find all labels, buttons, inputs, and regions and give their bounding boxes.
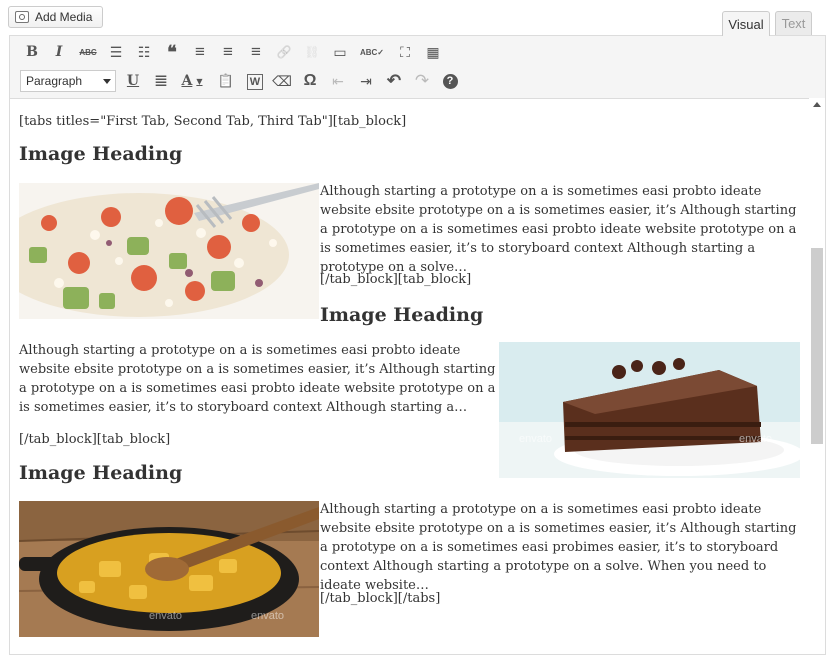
format-select[interactable]: Paragraph <box>20 70 116 92</box>
read-more-icon[interactable]: ▭ <box>329 41 351 63</box>
undo-icon[interactable]: ↶ <box>383 70 405 92</box>
section-heading-3: Image Heading <box>19 462 183 484</box>
svg-text:envato: envato <box>519 433 552 445</box>
svg-text:envato: envato <box>739 433 772 445</box>
align-right-icon[interactable]: ≡ <box>245 41 267 63</box>
editor-content[interactable]: [tabs titles="First Tab, Second Tab, Thi… <box>10 98 809 654</box>
indent-icon[interactable]: ⇥ <box>355 70 377 92</box>
italic-icon[interactable]: I <box>48 41 70 63</box>
format-select-value: Paragraph <box>26 74 83 88</box>
svg-text:envato: envato <box>251 610 284 622</box>
outdent-icon[interactable]: ⇤ <box>327 70 349 92</box>
tab-visual[interactable]: Visual <box>722 11 770 36</box>
toolbar-toggle-icon[interactable]: ▦ <box>422 41 444 63</box>
remove-link-icon[interactable]: ⛓ <box>301 41 323 63</box>
underline-icon[interactable]: U <box>122 70 144 92</box>
shortcode-1: [/tab_block][tab_block] <box>320 272 472 287</box>
align-center-icon[interactable]: ≡ <box>217 41 239 63</box>
fullscreen-icon[interactable]: ⛶ <box>394 41 416 63</box>
chevron-down-icon <box>103 79 111 84</box>
paste-word-icon[interactable]: W <box>247 74 263 90</box>
help-icon[interactable]: ? <box>439 70 461 92</box>
redo-icon[interactable]: ↷ <box>411 70 433 92</box>
align-left-icon[interactable]: ≡ <box>189 41 211 63</box>
shortcode-3: [/tab_block][/tabs] <box>320 591 441 606</box>
scroll-up-icon[interactable] <box>813 102 821 107</box>
salad-image <box>19 183 319 319</box>
scrollbar-thumb[interactable] <box>811 248 823 444</box>
add-media-label: Add Media <box>35 10 93 24</box>
strikethrough-icon[interactable]: ABC <box>77 41 99 63</box>
numbered-list-icon[interactable]: ☷ <box>133 41 155 63</box>
media-icon <box>15 11 29 23</box>
tab-text[interactable]: Text <box>775 11 812 35</box>
text-color-icon[interactable]: A ▼ <box>177 70 207 92</box>
section-text-2: Although starting a prototype on a is so… <box>19 343 496 415</box>
clear-formatting-icon[interactable]: ⌫ <box>271 70 293 92</box>
spellcheck-icon[interactable]: ABC✓ <box>357 41 387 63</box>
section-text-1: Although starting a prototype on a is so… <box>320 184 797 275</box>
bullet-list-icon[interactable]: ☰ <box>105 41 127 63</box>
blockquote-icon[interactable]: ❝ <box>161 41 183 63</box>
editor-scrollbar[interactable] <box>809 98 825 654</box>
shortcode-2: [/tab_block][tab_block] <box>19 432 171 447</box>
justify-icon[interactable]: ≣ <box>150 70 172 92</box>
bold-icon[interactable]: B <box>21 41 43 63</box>
cake-image: envato envato <box>499 342 800 478</box>
section-heading-2: Image Heading <box>320 304 484 326</box>
editor: B I ABC ☰ ☷ ❝ ≡ ≡ ≡ 🔗 ⛓ ▭ ABC✓ ⛶ ▦ Parag… <box>9 35 826 655</box>
section-text-3: Although starting a prototype on a is so… <box>320 502 797 593</box>
svg-text:envato: envato <box>149 610 182 622</box>
section-heading-1: Image Heading <box>19 143 183 165</box>
paste-text-icon[interactable]: 📋 <box>215 70 237 92</box>
insert-link-icon[interactable]: 🔗 <box>273 41 295 63</box>
special-character-icon[interactable]: Ω <box>299 70 321 92</box>
shortcode-open: [tabs titles="First Tab, Second Tab, Thi… <box>19 114 407 129</box>
editor-toolbar: B I ABC ☰ ☷ ❝ ≡ ≡ ≡ 🔗 ⛓ ▭ ABC✓ ⛶ ▦ Parag… <box>10 36 825 99</box>
add-media-button[interactable]: Add Media <box>8 6 103 28</box>
curry-image: envato envato <box>19 501 319 637</box>
